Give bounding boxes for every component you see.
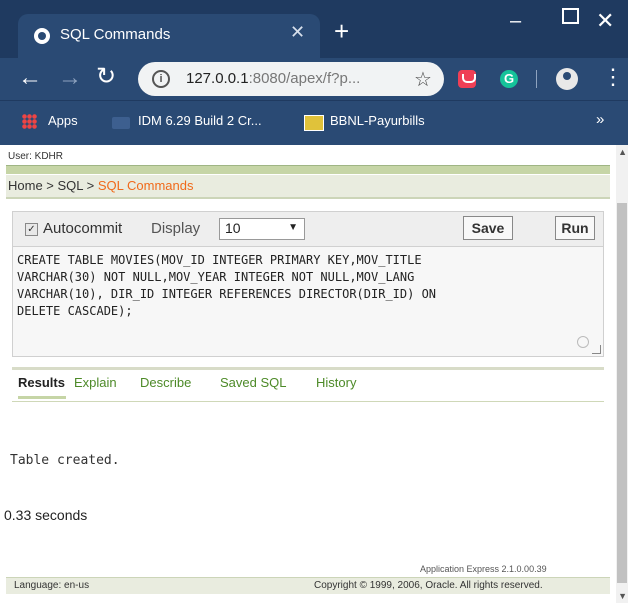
autocommit-label: Autocommit <box>43 220 123 237</box>
browser-tab[interactable]: SQL Commands ✕ <box>18 14 320 58</box>
browser-toolbar: ← → ↻ i 127.0.0.1:8080/apex/f?p... ☆ G ⋮ <box>0 58 628 100</box>
page-content: ▲ ▼ User: KDHR Home > SQL > SQL Commands… <box>0 145 628 603</box>
folder-icon <box>112 117 130 129</box>
sql-command-panel: ✓ Autocommit Display 10 ▼ Save Run CREAT… <box>12 211 604 357</box>
profile-avatar-icon[interactable] <box>556 68 578 90</box>
elapsed-time: 0.33 seconds <box>4 507 88 523</box>
bookmarks-bar: Apps IDM 6.29 Build 2 Cr... BBNL-Payurbi… <box>0 100 628 146</box>
breadcrumb: Home > SQL > SQL Commands <box>6 175 610 199</box>
breadcrumb-current: SQL Commands <box>97 178 194 193</box>
bookmark-bbnl[interactable]: BBNL-Payurbills <box>330 113 425 128</box>
user-label: User: KDHR <box>8 151 64 162</box>
tabs-baseline <box>12 401 604 402</box>
back-arrow-icon[interactable]: ← <box>18 64 42 92</box>
display-label: Display <box>151 220 201 237</box>
globe-icon <box>34 28 50 44</box>
grammarly-badge-icon[interactable] <box>577 336 589 348</box>
copyright-text: Copyright © 1999, 2006, Oracle. All righ… <box>314 580 543 591</box>
breadcrumb-sql[interactable]: SQL <box>58 178 84 193</box>
minimize-button[interactable]: – <box>510 10 521 33</box>
tab-saved-sql[interactable]: Saved SQL <box>220 375 287 390</box>
toolbar-divider <box>536 70 537 88</box>
tab-describe[interactable]: Describe <box>140 375 191 390</box>
reload-icon[interactable]: ↻ <box>96 62 116 91</box>
info-icon[interactable]: i <box>152 70 170 88</box>
scroll-up-arrow-icon[interactable]: ▲ <box>618 147 627 157</box>
language-label: Language: en-us <box>14 580 90 591</box>
bookmark-apps[interactable]: Apps <box>48 113 78 128</box>
save-button[interactable]: Save <box>463 216 513 240</box>
close-tab-icon[interactable]: ✕ <box>290 22 305 43</box>
maximize-button[interactable] <box>562 8 579 24</box>
browser-chrome: SQL Commands ✕ + – ✕ ← → ↻ i 127.0.0.1:8… <box>0 0 628 146</box>
url-text[interactable]: 127.0.0.1:8080/apex/f?p... <box>186 70 360 87</box>
bbnl-favicon-icon <box>304 115 324 131</box>
scroll-down-arrow-icon[interactable]: ▼ <box>618 591 627 601</box>
dropdown-arrow-icon: ▼ <box>288 222 298 233</box>
tab-strip: SQL Commands ✕ + – ✕ <box>0 0 628 58</box>
tab-title: SQL Commands <box>60 26 171 43</box>
close-window-button[interactable]: ✕ <box>596 8 614 34</box>
resize-handle-icon[interactable] <box>592 345 601 354</box>
grammarly-extension-icon[interactable]: G <box>500 70 518 88</box>
apps-grid-icon[interactable] <box>22 114 37 129</box>
app-version: Application Express 2.1.0.00.39 <box>420 564 547 574</box>
tab-history[interactable]: History <box>316 375 356 390</box>
pocket-extension-icon[interactable] <box>458 70 476 88</box>
vertical-scrollbar[interactable]: ▲ ▼ <box>616 145 628 603</box>
active-tab-indicator <box>18 396 66 399</box>
tab-explain[interactable]: Explain <box>74 375 117 390</box>
results-divider <box>12 367 604 370</box>
header-band <box>6 165 610 174</box>
kebab-menu-icon[interactable]: ⋮ <box>602 64 624 90</box>
scrollbar-thumb[interactable] <box>617 203 627 583</box>
run-button[interactable]: Run <box>555 216 595 240</box>
tab-results[interactable]: Results <box>18 375 65 390</box>
sql-editor[interactable]: CREATE TABLE MOVIES(MOV_ID INTEGER PRIMA… <box>17 252 591 320</box>
command-toolbar: ✓ Autocommit Display 10 ▼ Save Run <box>13 212 603 247</box>
new-tab-button[interactable]: + <box>334 18 349 44</box>
address-bar[interactable]: i 127.0.0.1:8080/apex/f?p... ☆ <box>138 62 444 96</box>
result-message: Table created. <box>10 453 120 468</box>
breadcrumb-home[interactable]: Home <box>8 178 43 193</box>
display-select[interactable]: 10 ▼ <box>219 218 305 240</box>
forward-arrow-icon[interactable]: → <box>58 64 82 92</box>
autocommit-checkbox[interactable]: ✓ <box>25 223 38 236</box>
more-bookmarks-chevron-icon[interactable]: » <box>596 111 604 128</box>
bookmark-star-icon[interactable]: ☆ <box>414 67 432 92</box>
bookmark-idm[interactable]: IDM 6.29 Build 2 Cr... <box>138 113 262 128</box>
page-footer: Language: en-us Copyright © 1999, 2006, … <box>6 577 610 594</box>
